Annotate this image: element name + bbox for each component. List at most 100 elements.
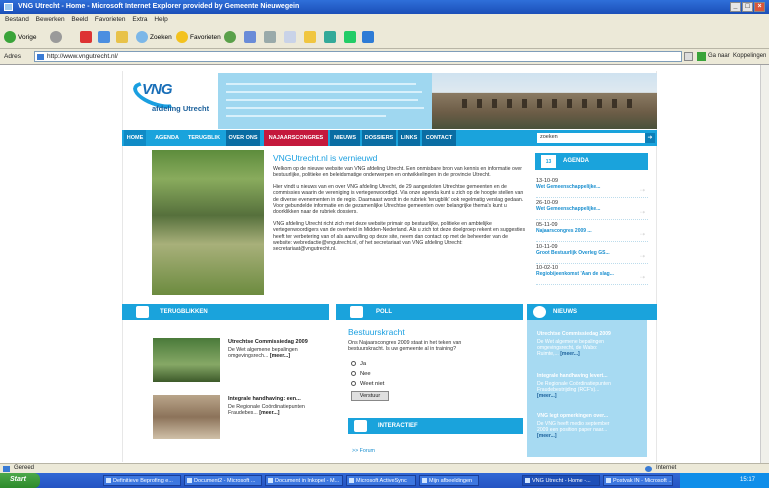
- nav-links[interactable]: LINKS: [398, 130, 420, 146]
- browser-toolbar: Vorige Zoeken Favorieten: [0, 25, 769, 49]
- home-button[interactable]: [116, 30, 130, 44]
- system-tray-clock[interactable]: 15:17: [680, 473, 769, 488]
- close-button[interactable]: ×: [754, 2, 765, 12]
- address-input[interactable]: http://www.vngutrecht.nl/: [34, 51, 682, 62]
- nieuws-title[interactable]: Integrale handhaving levert...: [537, 373, 607, 379]
- agenda-item[interactable]: 10-11-09 Groot Bestuurlijk Overleg GS... ⇢: [536, 244, 648, 264]
- vertical-scrollbar[interactable]: [760, 65, 769, 463]
- refresh-icon: [98, 31, 110, 43]
- radio-icon[interactable]: [351, 371, 356, 376]
- taskbar-item-active[interactable]: VNG Utrecht - Home -...: [522, 475, 600, 486]
- forum-link[interactable]: >> Forum: [352, 448, 375, 454]
- menu-beeld[interactable]: Beeld: [71, 16, 88, 23]
- messenger-button[interactable]: [324, 30, 338, 44]
- research-button[interactable]: [344, 30, 358, 44]
- edit-icon: [284, 31, 296, 43]
- window-title-bar: VNG Utrecht - Home - Microsoft Internet …: [0, 0, 769, 14]
- terugblik-thumbnail[interactable]: [153, 395, 220, 439]
- status-text: Gereed: [14, 465, 35, 471]
- taskbar-item[interactable]: Document2 - Microsoft ...: [184, 475, 262, 486]
- search-toolbar-button[interactable]: Zoeken: [136, 30, 172, 44]
- nav-home[interactable]: HOME: [124, 130, 146, 146]
- article-paragraph-3: VNG afdeling Utrecht richt zich met deze…: [273, 220, 526, 253]
- taskbar-item[interactable]: Definitieve Beprofing e...: [103, 475, 181, 486]
- menu-favorieten[interactable]: Favorieten: [95, 16, 126, 23]
- address-label: Adres: [4, 53, 21, 60]
- poll-option-ja[interactable]: Ja: [351, 361, 366, 367]
- poll-option-nee[interactable]: Nee: [351, 371, 371, 377]
- maximize-button[interactable]: □: [742, 2, 753, 12]
- taskbar-item[interactable]: Postvak IN - Microsoft ...: [603, 475, 673, 486]
- nieuws-text: De Regionale Coördinatiepunten Fraudebes…: [537, 381, 611, 400]
- calendar-icon: 13: [541, 155, 556, 168]
- go-arrow-icon[interactable]: [697, 52, 706, 61]
- article-title: VNGUtrecht.nl is vernieuwd: [273, 153, 378, 163]
- forward-button[interactable]: [50, 30, 64, 44]
- read-more-link[interactable]: [meer...]: [270, 353, 290, 359]
- print-button[interactable]: [264, 30, 278, 44]
- start-button[interactable]: Start: [0, 473, 40, 488]
- links-button[interactable]: Koppelingen: [733, 53, 766, 59]
- terugblik-text: De Wet algemene bepalingen omgevingsrech…: [228, 347, 298, 360]
- poll-submit-button[interactable]: Verstuur: [351, 391, 389, 401]
- mail-button[interactable]: [244, 30, 258, 44]
- nav-najaarscongres[interactable]: NAJAARSCONGRES: [264, 130, 328, 146]
- nav-agenda[interactable]: AGENDA: [152, 130, 182, 146]
- refresh-button[interactable]: [98, 30, 112, 44]
- nieuws-header: NIEUWS: [527, 304, 657, 320]
- edit-button[interactable]: [284, 30, 298, 44]
- read-more-link[interactable]: [meer...]: [537, 433, 557, 439]
- address-dropdown-icon[interactable]: [684, 52, 693, 61]
- vng-logo[interactable]: VNG afdeling Utrecht: [129, 76, 220, 121]
- messenger-icon: [324, 31, 336, 43]
- taskbar-item[interactable]: Mijn afbeeldingen: [419, 475, 479, 486]
- home-icon: [116, 31, 128, 43]
- terugblik-thumbnail[interactable]: [153, 338, 220, 382]
- agenda-item[interactable]: 05-11-09 Najaarscongres 2009 ... ⇢: [536, 222, 648, 242]
- history-button[interactable]: [224, 30, 238, 44]
- nav-dossiers[interactable]: DOSSIERS: [362, 130, 396, 146]
- read-more-link[interactable]: [meer...]: [537, 393, 557, 399]
- site-nav: HOME AGENDA TERUGBLIK OVER ONS NAJAARSCO…: [122, 130, 657, 146]
- terugblik-title[interactable]: Integrale handhaving: een...: [228, 396, 301, 402]
- read-more-link[interactable]: [meer...]: [259, 410, 279, 416]
- status-bar: Gereed Internet: [0, 463, 769, 473]
- back-button[interactable]: Vorige: [4, 30, 36, 44]
- minimize-button[interactable]: _: [730, 2, 741, 12]
- taskbar-item[interactable]: Microsoft ActiveSync: [346, 475, 416, 486]
- go-button[interactable]: Ga naar: [708, 53, 730, 59]
- menu-extra[interactable]: Extra: [132, 16, 147, 23]
- terugblik-title[interactable]: Utrechtse Commissiedag 2009: [228, 339, 308, 345]
- nav-terugblik[interactable]: TERUGBLIK: [186, 130, 222, 146]
- nieuws-title[interactable]: Utrechtse Commissiedag 2009: [537, 331, 611, 337]
- agenda-item[interactable]: 13-10-09 Wet Gemeenschappelijke... ⇢: [536, 178, 648, 198]
- menu-bewerken[interactable]: Bewerken: [36, 16, 65, 23]
- favorites-toolbar-button[interactable]: Favorieten: [176, 30, 221, 44]
- menu-help[interactable]: Help: [154, 16, 167, 23]
- agenda-item[interactable]: 26-10-09 Wet Gemeenschappelijke... ⇢: [536, 200, 648, 220]
- taskbar-item[interactable]: Document in Inkopel - M...: [265, 475, 343, 486]
- search-input[interactable]: zoeken: [537, 133, 645, 143]
- folder-button[interactable]: [304, 30, 318, 44]
- stop-button[interactable]: [80, 30, 94, 44]
- article-paragraph-2: Hier vindt u nieuws van en over VNG afde…: [273, 183, 524, 216]
- radio-icon[interactable]: [351, 381, 356, 386]
- search-submit-button[interactable]: ➜: [645, 133, 655, 143]
- nav-over-ons[interactable]: OVER ONS: [226, 130, 260, 146]
- radio-icon[interactable]: [351, 361, 356, 366]
- arrow-icon: ⇢: [639, 275, 645, 281]
- tools-button[interactable]: [362, 30, 376, 44]
- menu-bestand[interactable]: Bestand: [5, 16, 29, 23]
- read-more-link[interactable]: [meer...]: [560, 351, 580, 357]
- print-icon: [264, 31, 276, 43]
- nav-nieuws[interactable]: NIEUWS: [330, 130, 360, 146]
- nieuws-title[interactable]: VNG legt opmerkingen over...: [537, 413, 608, 419]
- welcome-article: VNGUtrecht.nl is vernieuwd Welkom op de …: [273, 153, 527, 258]
- poll-option-weet-niet[interactable]: Weet niet: [351, 381, 384, 387]
- globe-icon: [533, 306, 546, 318]
- agenda-item[interactable]: 10-02-10 Regiobijeenkomst 'Aan de slag...…: [536, 265, 648, 285]
- back-arrow-icon: [4, 31, 16, 43]
- nav-contact[interactable]: CONTACT: [422, 130, 456, 146]
- terugblikken-header: TERUGBLIKKEN: [122, 304, 329, 320]
- star-icon: [176, 31, 188, 43]
